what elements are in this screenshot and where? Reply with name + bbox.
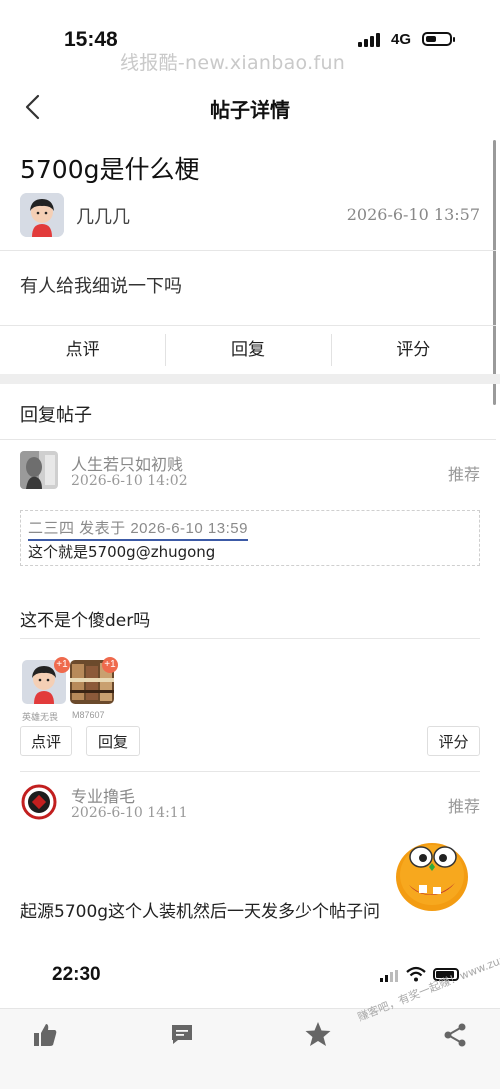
page-title: 帖子详情 xyxy=(210,98,290,122)
reply-rate-button[interactable]: 评分 xyxy=(427,726,480,756)
watermark-text: 线报酷-new.xianbao.fun xyxy=(120,52,346,74)
post-body: 有人给我细说一下吗 xyxy=(20,276,182,297)
rater-name: 英雄无畏 xyxy=(22,712,59,722)
status-time: 15:48 xyxy=(64,28,118,51)
star-icon[interactable] xyxy=(304,1020,332,1052)
plus-badge: +1 xyxy=(102,657,118,673)
reply-reply-button[interactable]: 回复 xyxy=(86,726,140,756)
share-icon[interactable] xyxy=(442,1022,468,1052)
bottom-tabbar xyxy=(0,1008,500,1089)
post-title: 5700g是什么梗 xyxy=(20,155,200,184)
recommend-link[interactable]: 推荐 xyxy=(448,793,480,817)
post-time: 2026-6-10 13:57 xyxy=(346,205,480,224)
battery-icon xyxy=(422,32,455,46)
plus-badge: +1 xyxy=(54,657,70,673)
cell-signal-icon xyxy=(358,33,380,47)
divider xyxy=(0,439,496,440)
reply-text: 这不是个傻der吗 xyxy=(20,611,151,631)
divider xyxy=(0,250,496,251)
reply-author[interactable]: 专业撸毛 xyxy=(71,783,135,807)
reply-text: 起源5700g这个人装机然后一天发多少个帖子问 xyxy=(20,902,381,922)
thumbs-up-icon[interactable] xyxy=(32,1022,58,1052)
embedded-signal-icon xyxy=(380,970,398,982)
rate-button[interactable]: 评分 xyxy=(330,330,496,370)
reply-author[interactable]: 人生若只如初贱 xyxy=(71,451,183,475)
quote-block: 二三四 发表于 2026-6-10 13:59 这个就是5700g@zhugon… xyxy=(20,510,480,566)
reply-avatar[interactable] xyxy=(20,783,58,821)
quote-text: 这个就是5700g@zhugong xyxy=(28,543,216,561)
section-separator xyxy=(0,374,500,384)
recommend-link[interactable]: 推荐 xyxy=(448,461,480,485)
reply-time: 2026-6-10 14:02 xyxy=(71,473,188,489)
divider xyxy=(0,325,496,326)
divider xyxy=(20,638,480,639)
replies-header: 回复帖子 xyxy=(20,405,92,426)
post-actions: 点评 回复 评分 xyxy=(0,330,496,370)
reply-time: 2026-6-10 14:11 xyxy=(71,805,188,821)
network-type: 4G xyxy=(391,31,412,48)
author-name[interactable]: 几几几 xyxy=(76,203,130,229)
divider xyxy=(20,771,480,772)
reply-comment-button[interactable]: 点评 xyxy=(20,726,72,756)
reply-avatar[interactable] xyxy=(20,451,58,489)
embedded-screenshot-time: 22:30 xyxy=(52,964,101,985)
rater-name: M87607 xyxy=(72,710,105,720)
quote-header[interactable]: 二三四 发表于 2026-6-10 13:59 xyxy=(28,517,248,541)
comment-icon[interactable] xyxy=(170,1022,194,1050)
comment-button[interactable]: 点评 xyxy=(0,330,165,370)
author-avatar[interactable] xyxy=(20,193,64,237)
reply-button[interactable]: 回复 xyxy=(165,330,330,370)
emoji-sticker-image xyxy=(393,835,471,913)
